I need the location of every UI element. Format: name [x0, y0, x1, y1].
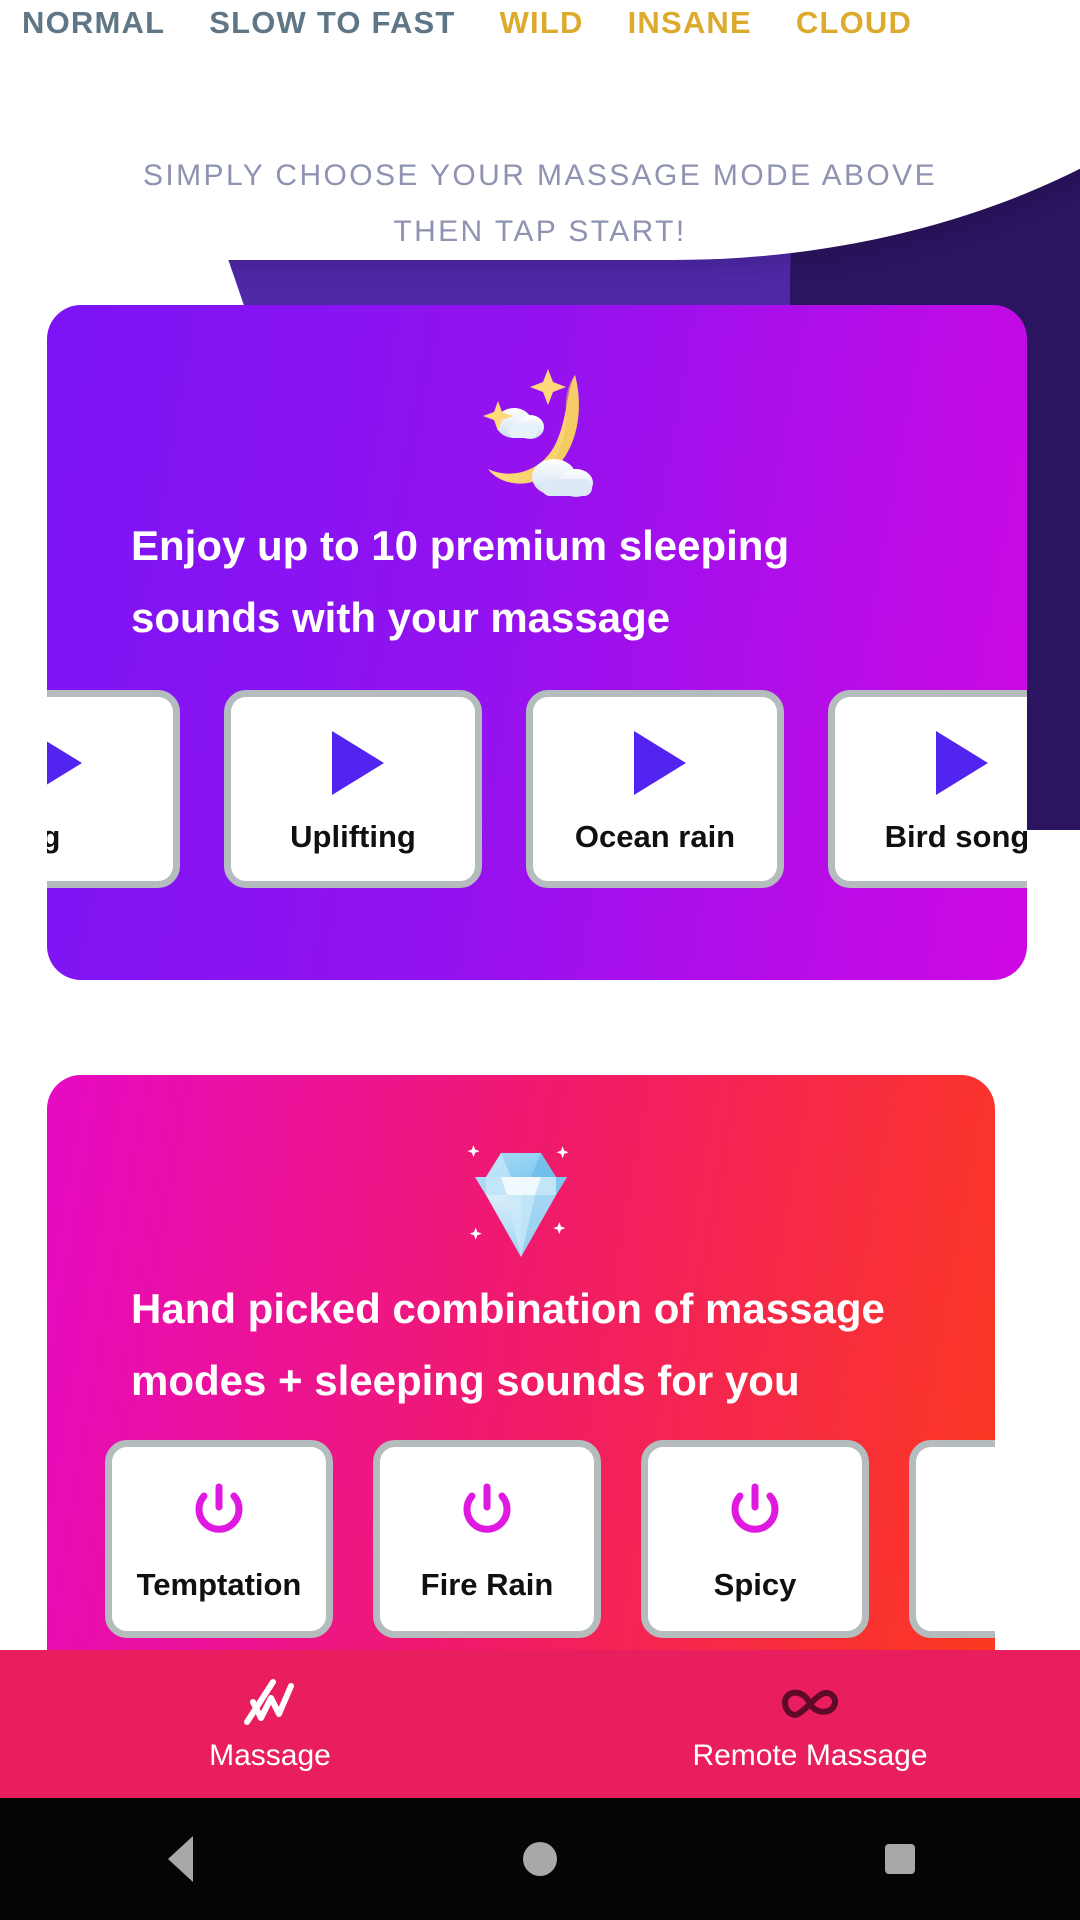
system-home-button[interactable] — [360, 1842, 720, 1876]
sound-tile-label: Uplifting — [290, 819, 416, 854]
crescent-moon-with-clouds-and-stars-icon — [47, 365, 1027, 509]
sound-tile-partial-left[interactable]: g — [47, 690, 180, 888]
subtitle-line-1: SIMPLY CHOOSE YOUR MASSAGE MODE ABOVE — [143, 159, 937, 192]
combo-tile-label: Spicy — [713, 1567, 797, 1602]
system-recents-button[interactable] — [720, 1844, 1080, 1874]
premium-headline-line-1: Hand picked combination of massage — [131, 1285, 885, 1332]
subtitle-line-2: THEN TAP START! — [393, 215, 687, 248]
mode-tab-slow-to-fast[interactable]: SLOW TO FAST — [187, 0, 477, 46]
system-back-button[interactable] — [0, 1836, 360, 1882]
nav-label-massage: Massage — [209, 1739, 331, 1772]
premium-headline-line-2: modes + sleeping sounds for you — [131, 1357, 800, 1404]
mode-tab-cloud[interactable]: CLOUD — [774, 0, 934, 46]
mode-tab-insane[interactable]: INSANE — [606, 0, 774, 46]
combo-tile-label: Fire Rain — [420, 1567, 554, 1602]
massage-mode-tabs[interactable]: NORMAL SLOW TO FAST WILD INSANE CLOUD — [0, 0, 1080, 46]
sound-tile-bird-song[interactable]: Bird song — [828, 690, 1027, 888]
sound-tile-uplifting[interactable]: Uplifting — [224, 690, 482, 888]
sleeping-headline-line-2: sounds with your massage — [131, 594, 671, 641]
play-icon — [936, 731, 988, 795]
android-system-navigation-bar — [0, 1798, 1080, 1920]
app-screen: NORMAL SLOW TO FAST WILD INSANE CLOUD SI… — [0, 0, 1080, 1920]
nav-item-remote-massage[interactable]: Remote Massage — [540, 1675, 1080, 1773]
combo-tile-fire-rain[interactable]: Fire Rain — [373, 1440, 601, 1638]
play-icon — [634, 731, 686, 795]
infinity-icon — [774, 1675, 846, 1733]
sound-tile-label: Ocean rain — [574, 819, 736, 854]
power-icon — [727, 1481, 783, 1543]
combo-tile-partial-right[interactable] — [909, 1440, 995, 1638]
waveform-zigzag-icon — [239, 1675, 301, 1733]
premium-combos-headline: Hand picked combination of massage modes… — [131, 1273, 961, 1417]
sleeping-sounds-headline: Enjoy up to 10 premium sleeping sounds w… — [131, 510, 961, 654]
gem-diamond-sparkles-icon — [47, 1133, 995, 1269]
combo-tile-temptation[interactable]: Temptation — [105, 1440, 333, 1638]
power-icon — [191, 1481, 247, 1543]
sound-tile-label: g — [47, 819, 61, 854]
instruction-subtitle: SIMPLY CHOOSE YOUR MASSAGE MODE ABOVE TH… — [0, 148, 1080, 260]
sleeping-sounds-card[interactable]: Enjoy up to 10 premium sleeping sounds w… — [47, 305, 1027, 980]
nav-item-massage[interactable]: Massage — [0, 1675, 540, 1773]
triangle-left-icon — [167, 1836, 193, 1882]
bottom-navigation-bar: Massage Remote Massage — [0, 1650, 1080, 1798]
square-icon — [885, 1844, 915, 1874]
nav-label-remote-massage: Remote Massage — [692, 1739, 928, 1772]
combo-tile-label: Temptation — [136, 1567, 302, 1602]
play-icon — [47, 731, 82, 795]
play-icon — [332, 731, 384, 795]
combo-tile-spicy[interactable]: Spicy — [641, 1440, 869, 1638]
circle-icon — [523, 1842, 557, 1876]
sound-tile-ocean-rain[interactable]: Ocean rain — [526, 690, 784, 888]
mode-tab-wild[interactable]: WILD — [478, 0, 606, 46]
premium-combos-tile-row[interactable]: Temptation Fire Rain Spicy — [105, 1440, 995, 1638]
premium-combos-card[interactable]: Hand picked combination of massage modes… — [47, 1075, 995, 1735]
mode-tab-normal[interactable]: NORMAL — [0, 0, 187, 46]
sleeping-headline-line-1: Enjoy up to 10 premium sleeping — [131, 522, 790, 569]
sleeping-sounds-tile-row[interactable]: g Uplifting Ocean rain Bird song — [47, 690, 1027, 888]
sound-tile-label: Bird song — [884, 819, 1027, 854]
power-icon — [459, 1481, 515, 1543]
